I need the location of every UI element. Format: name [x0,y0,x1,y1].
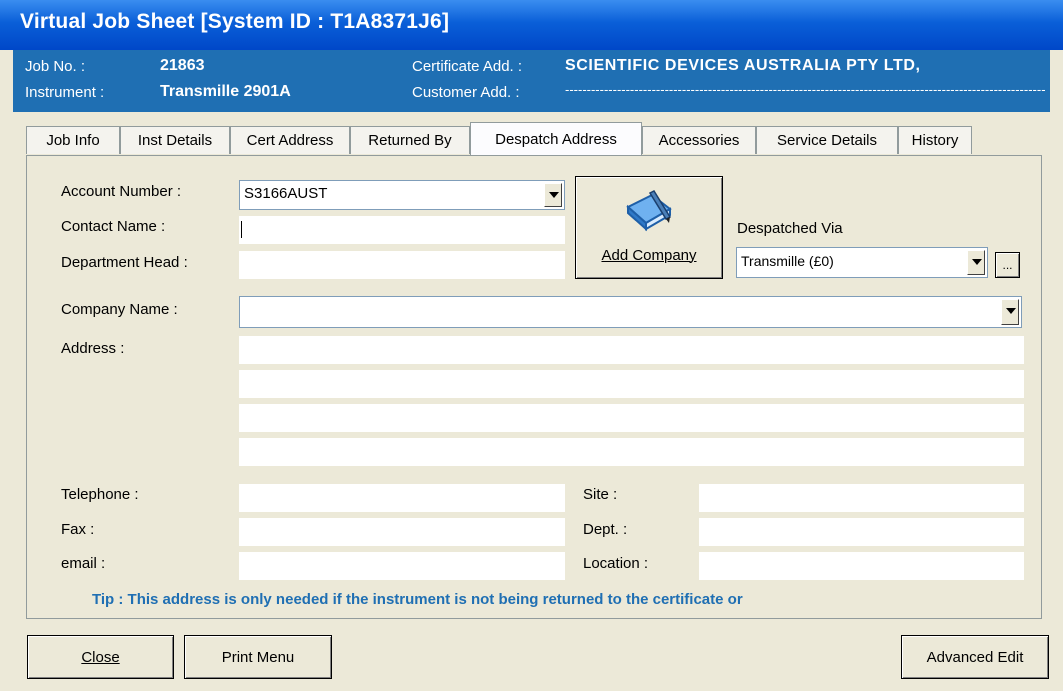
tab-accessories[interactable]: Accessories [642,126,756,154]
add-company-button[interactable]: Add Company [575,176,723,279]
telephone-input[interactable] [239,484,565,512]
address-line-2-input[interactable] [239,370,1024,398]
advanced-edit-label: Advanced Edit [926,648,1024,666]
tab-label: Returned By [368,132,452,149]
cust-add-value: ----------------------------------------… [565,82,1045,97]
cert-add-value: SCIENTIFIC DEVICES AUSTRALIA PTY LTD, [565,57,921,74]
dept-input[interactable] [699,518,1024,546]
contact-name-input[interactable] [239,216,565,244]
tab-inst-details[interactable]: Inst Details [120,126,230,154]
close-button[interactable]: Close [27,635,174,679]
fax-input[interactable] [239,518,565,546]
despatched-via-more-button[interactable]: ... [995,252,1020,278]
tab-history[interactable]: History [898,126,972,154]
job-sheet-window: Virtual Job Sheet [System ID : T1A8371J6… [0,0,1063,691]
more-button-label: ... [1002,258,1013,272]
location-input[interactable] [699,552,1024,580]
account-number-value: S3166AUST [244,185,328,202]
company-name-combo[interactable] [239,296,1022,328]
site-input[interactable] [699,484,1024,512]
fax-label: Fax : [61,521,95,538]
address-label: Address : [61,340,125,357]
tab-returned-by[interactable]: Returned By [350,126,470,154]
address-line-3-input[interactable] [239,404,1024,432]
text-caret [241,221,242,238]
title-bar[interactable]: Virtual Job Sheet [System ID : T1A8371J6… [0,0,1063,50]
instrument-label: Instrument : [25,84,105,101]
tab-label: Cert Address [246,132,334,149]
chevron-down-icon[interactable] [967,250,985,275]
cert-add-label: Certificate Add. : [412,58,523,75]
add-company-label: Add Company [601,247,697,264]
print-menu-button[interactable]: Print Menu [184,635,332,679]
tab-cert-address[interactable]: Cert Address [230,126,350,154]
contact-name-label: Contact Name : [61,218,166,235]
location-label: Location : [583,555,649,572]
instrument-value: Transmille 2901A [160,83,291,100]
site-label: Site : [583,486,618,503]
despatched-via-value: Transmille (£0) [741,253,834,269]
advanced-edit-button[interactable]: Advanced Edit [901,635,1049,679]
email-label: email : [61,555,106,572]
address-line-1-input[interactable] [239,336,1024,364]
company-name-label: Company Name : [61,301,178,318]
department-head-input[interactable] [239,251,565,279]
job-no-value: 21863 [160,57,205,74]
chevron-down-icon[interactable] [544,183,562,207]
telephone-label: Telephone : [61,486,139,503]
tip-text: Tip : This address is only needed if the… [92,591,743,608]
close-label: Close [81,648,120,666]
department-head-label: Department Head : [61,254,188,271]
tab-job-info[interactable]: Job Info [26,126,120,154]
address-line-4-input[interactable] [239,438,1024,466]
cust-add-label: Customer Add. : [412,84,520,101]
despatched-via-combo[interactable]: Transmille (£0) [736,247,988,278]
chevron-down-icon[interactable] [1001,299,1019,325]
header-info: Job No. : 21863 Instrument : Transmille … [13,50,1050,112]
book-pen-icon [622,187,678,239]
tab-label: Accessories [658,132,740,149]
job-no-label: Job No. : [25,58,86,75]
tab-label: Service Details [776,132,878,149]
tab-despatch-address[interactable]: Despatch Address [470,122,642,155]
account-number-combo[interactable]: S3166AUST [239,180,565,210]
tab-label: Job Info [46,132,100,149]
tab-label: Despatch Address [495,130,617,148]
despatched-via-label: Despatched Via [737,220,843,237]
account-number-label: Account Number : [61,183,182,200]
email-input[interactable] [239,552,565,580]
window-title: Virtual Job Sheet [System ID : T1A8371J6… [20,10,450,33]
print-menu-label: Print Menu [221,648,295,666]
tab-label: History [911,132,959,149]
tab-label: Inst Details [137,132,213,149]
dept-label: Dept. : [583,521,628,538]
tab-service-details[interactable]: Service Details [756,126,898,154]
